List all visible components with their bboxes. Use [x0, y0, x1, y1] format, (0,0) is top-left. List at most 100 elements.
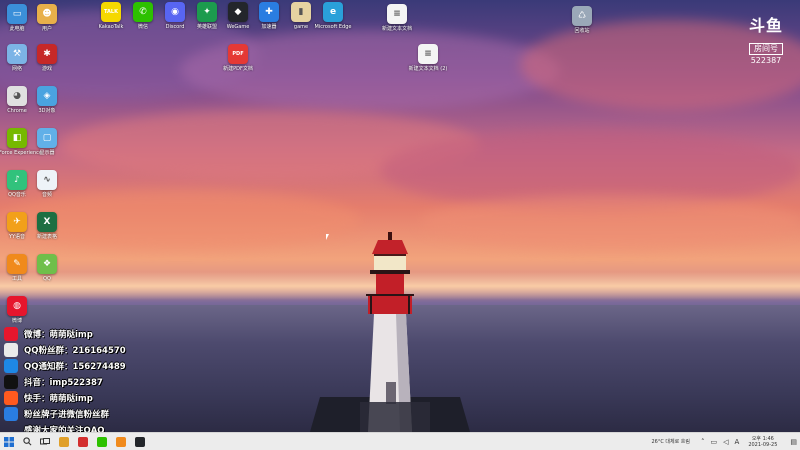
- qqapp-icon: ❖: [37, 254, 57, 274]
- lighthouse: [310, 232, 470, 432]
- desktop-icon-label: QQ音乐: [8, 192, 26, 198]
- desktop-icon-wave[interactable]: ∿ 音频: [27, 170, 67, 198]
- desktop-icon-label: game: [293, 24, 309, 30]
- qq-icon: ♪: [7, 170, 27, 190]
- qq-icon: [4, 359, 18, 373]
- douyin-icon: [4, 375, 18, 389]
- desktop-icon-edge[interactable]: e Microsoft Edge: [313, 2, 353, 30]
- douyu-logo: 斗鱼: [748, 16, 783, 35]
- chrome-icon: ◕: [7, 86, 27, 106]
- doc2-icon: ≡: [418, 44, 438, 64]
- desktop-icon-user[interactable]: ☻ 用户: [27, 4, 67, 32]
- overlay-text: QQ粉丝群：216164570: [24, 346, 126, 356]
- fan-badge-icon: [4, 407, 18, 421]
- room-number: 522387: [750, 56, 782, 65]
- overlay-text: 微博：萌萌哒imp: [24, 330, 93, 340]
- net-icon: ⚒: [7, 44, 27, 64]
- taskbar-app-wechat[interactable]: [92, 433, 111, 450]
- overlay-text: 快手：萌萌哒imp: [24, 394, 93, 404]
- app-red-icon: [77, 436, 88, 447]
- windows-start-icon[interactable]: [0, 433, 18, 450]
- desktop-icon-label: 工具: [11, 276, 22, 282]
- overlay-text: QQ通知群：156274489: [24, 362, 126, 372]
- bird-icon: ✈: [7, 212, 27, 232]
- tool-icon: ✚: [259, 2, 279, 22]
- desktop-icon-label: 新建文本文档: [381, 26, 412, 32]
- overlay-row-qq-notice: QQ通知群：156274489: [4, 358, 154, 374]
- desktop-icon-label: 微信: [137, 24, 148, 30]
- overlay-row-douyin: 抖音：imp522387: [4, 374, 154, 390]
- nvidia-icon: ◧: [7, 128, 27, 148]
- discord-icon: ◉: [165, 2, 185, 22]
- desktop-icon-game2[interactable]: ✱ 游戏: [27, 44, 67, 72]
- overlay-row-fan-badge: 粉丝牌子进微信粉丝群: [4, 406, 154, 422]
- overlay-text: 抖音：imp522387: [24, 378, 103, 388]
- network-icon[interactable]: ▭: [711, 438, 718, 446]
- desktop-icon-label: QQ: [43, 276, 51, 282]
- monitor-icon: ▢: [37, 128, 57, 148]
- desktop-icon-label: Microsoft Edge: [314, 24, 352, 30]
- desktop-icon-label: KakaoTalk: [98, 24, 124, 30]
- mouse-cursor: [326, 234, 329, 240]
- desktop-icon-pdf[interactable]: PDF 新建PDF文档: [218, 44, 258, 72]
- desktop-icon-qqapp[interactable]: ❖ QQ: [27, 254, 67, 282]
- volume-icon[interactable]: ◁: [723, 438, 728, 446]
- clock[interactable]: 오후 1:46 2021-09-25: [748, 436, 777, 448]
- taskbar-apps: [54, 433, 149, 450]
- taskbar-app-app-red[interactable]: [73, 433, 92, 450]
- search-icon[interactable]: [18, 433, 36, 450]
- desktop-icon-label: 微博: [11, 318, 22, 324]
- pc-icon: ▭: [7, 4, 27, 24]
- desktop-icon-excel[interactable]: X 新建表格: [27, 212, 67, 240]
- taskbar-app-chrome[interactable]: [54, 433, 73, 450]
- chrome-icon: [58, 436, 69, 447]
- desktop-icon-label: 3D对象: [38, 108, 56, 114]
- taskbar-app-app-orange[interactable]: [111, 433, 130, 450]
- desktop-icon-label: Discord: [165, 24, 185, 30]
- desktop-icon-label: 网络: [11, 66, 22, 72]
- desktop-icon-label: 回收站: [574, 28, 590, 34]
- desktop-icon-doc2[interactable]: ≡ 新建文本文档 (2): [408, 44, 448, 72]
- notification-icon[interactable]: ▤: [790, 438, 797, 446]
- system-tray: 26°C 대체로 흐림 ˄ ▭ ◁ A 오후 1:46 2021-09-25 ▤: [651, 433, 800, 450]
- tools-icon: ✎: [7, 254, 27, 274]
- desktop-icon-label: 游戏: [41, 66, 52, 72]
- desktop-icon-monitor[interactable]: ▢ 显示器: [27, 128, 67, 156]
- task-view-icon[interactable]: [36, 433, 54, 450]
- desktop-icon-label: 显示器: [39, 150, 55, 156]
- user-icon: ☻: [37, 4, 57, 24]
- overlay-text: 粉丝牌子进微信粉丝群: [24, 410, 110, 420]
- recycle-icon: ♺: [572, 6, 592, 26]
- room-label: 房间号: [749, 43, 783, 55]
- game2-icon: ✱: [37, 44, 57, 64]
- doc1-icon: ≡: [387, 4, 407, 24]
- desktop-icon-label: 新建文本文档 (2): [408, 66, 448, 72]
- desktop-icon-label: WeGame: [226, 24, 250, 30]
- desktop-icon-label: 新建表格: [36, 234, 57, 240]
- folder-icon: ▮: [291, 2, 311, 22]
- desktop-icon-doc1[interactable]: ≡ 新建文本文档: [377, 4, 417, 32]
- app-dark-icon: [134, 436, 145, 447]
- overlay-row-qq-fans: QQ粉丝群：216164570: [4, 342, 154, 358]
- edge-icon: e: [323, 2, 343, 22]
- overlay-row-weibo: 微博：萌萌哒imp: [4, 326, 154, 342]
- desktop-icon-recycle[interactable]: ♺ 回收站: [562, 6, 602, 34]
- desktop-icon-label: 新建PDF文档: [223, 66, 253, 72]
- desktop-icon-weibo[interactable]: ◍ 微博: [0, 296, 37, 324]
- desktop-icon-label: 音频: [41, 192, 52, 198]
- weibo-icon: [4, 327, 18, 341]
- desktop-icon-label: 英雄联盟: [196, 24, 217, 30]
- desktop-icon-cube[interactable]: ◈ 3D对象: [27, 86, 67, 114]
- clock-time: 오후 1:46: [751, 435, 774, 442]
- weather-widget[interactable]: 26°C 대체로 흐림: [651, 438, 690, 445]
- desktop-icon-label: YY语音: [8, 234, 26, 240]
- weibo-icon: ◍: [7, 296, 27, 316]
- kuaishou-icon: [4, 391, 18, 405]
- input-method-indicator[interactable]: A: [735, 438, 740, 446]
- chevron-up-icon[interactable]: ˄: [701, 438, 705, 446]
- clock-date: 2021-09-25: [748, 441, 778, 448]
- desktop-icon-label: Chrome: [7, 108, 27, 114]
- taskbar-app-app-dark[interactable]: [130, 433, 149, 450]
- wechat-icon: [96, 436, 107, 447]
- overlay-row-kuaishou: 快手：萌萌哒imp: [4, 390, 154, 406]
